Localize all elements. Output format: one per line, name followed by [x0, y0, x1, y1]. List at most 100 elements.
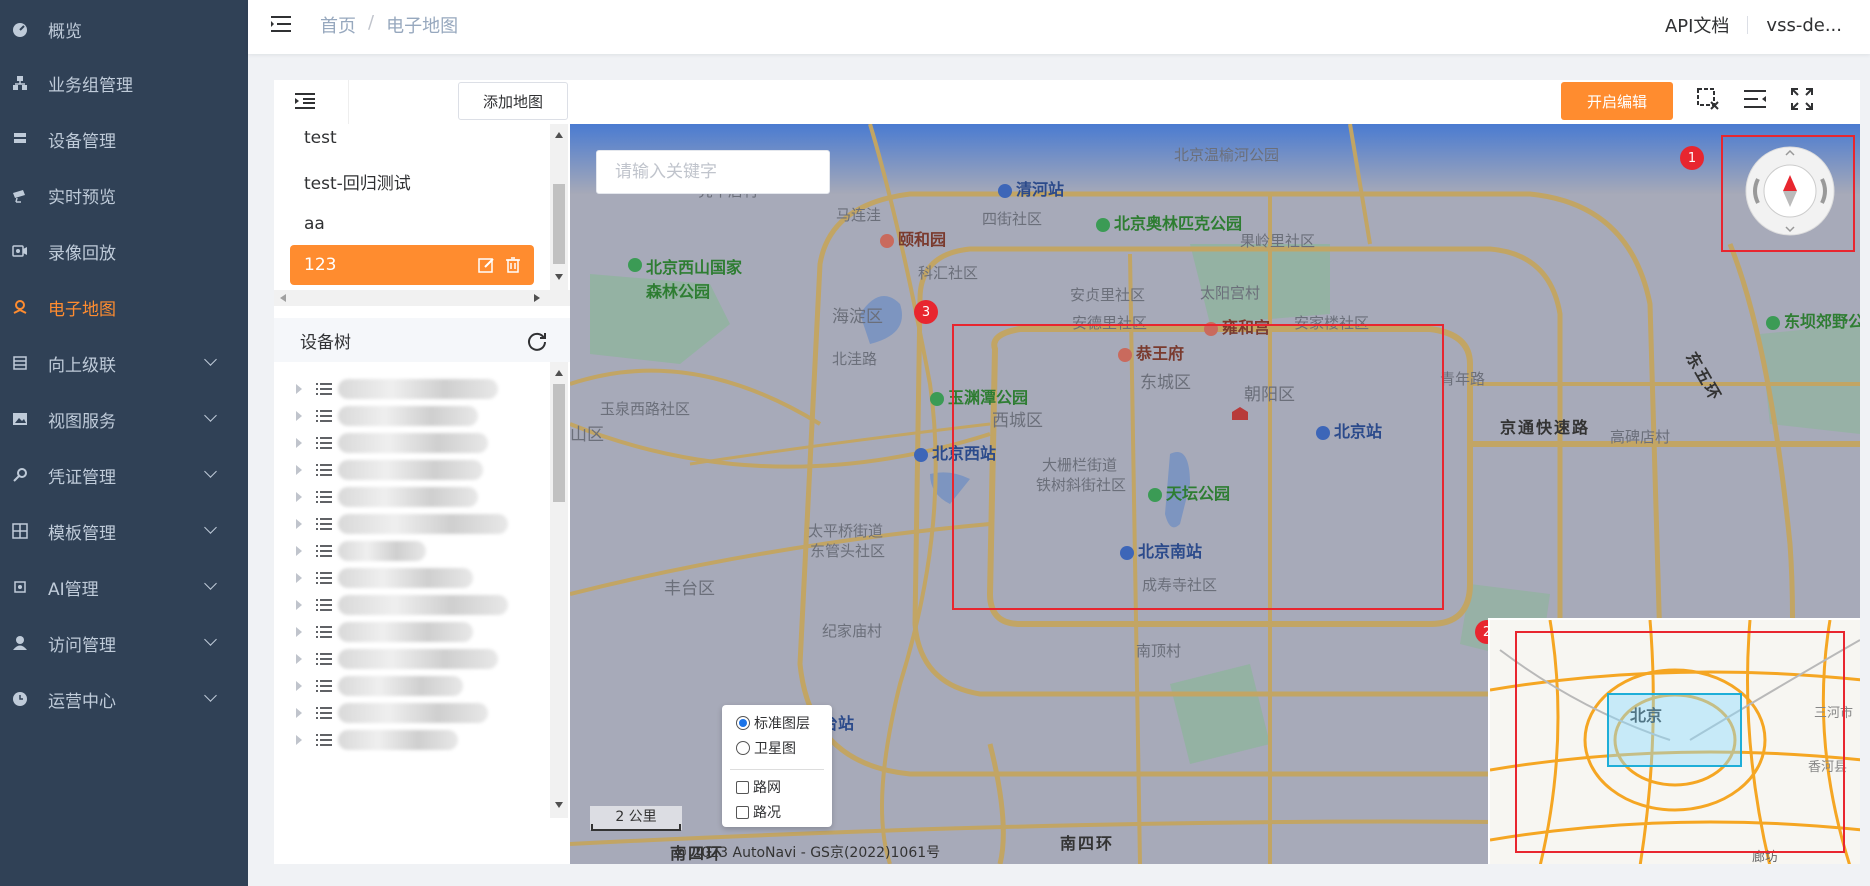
tree-node[interactable]: [296, 646, 526, 672]
tree-node[interactable]: [296, 376, 526, 402]
scroll-thumb[interactable]: [553, 184, 565, 264]
caret-right-icon[interactable]: [296, 411, 302, 421]
scroll-up-icon[interactable]: [555, 370, 563, 376]
park-name: 北京奥林匹克公园: [1114, 214, 1243, 233]
sidebar-item-operations[interactable]: 运营中心: [0, 664, 248, 734]
caret-right-icon[interactable]: [296, 492, 302, 502]
caret-right-icon[interactable]: [296, 627, 302, 637]
caret-right-icon[interactable]: [296, 573, 302, 583]
map-label: 纪家庙村: [822, 622, 883, 640]
redacted-device-name: [338, 730, 458, 750]
map-list-hscrollbar[interactable]: [274, 290, 570, 306]
map-copyright: © 2023 AutoNavi - GS京(2022)1061号: [674, 845, 941, 861]
caret-right-icon[interactable]: [296, 654, 302, 664]
list-icon: [316, 680, 332, 692]
map-list-item[interactable]: test: [290, 124, 534, 158]
map-label: 东管头社区: [810, 542, 886, 560]
selection-rectangle[interactable]: [952, 324, 1444, 610]
map-label: 安贞里社区: [1070, 286, 1146, 304]
map-list-item-selected[interactable]: 123: [290, 245, 534, 285]
map-list-scrollbar[interactable]: [550, 124, 568, 290]
menu-fold-icon[interactable]: [270, 14, 292, 34]
scroll-thumb[interactable]: [553, 384, 565, 502]
park-icon: [930, 391, 944, 406]
sidebar-item-label: AI管理: [48, 579, 99, 600]
tree-node[interactable]: [296, 484, 526, 510]
layer-option-road-net[interactable]: 路网: [736, 777, 781, 797]
checkbox[interactable]: [736, 780, 749, 794]
tree-node[interactable]: [296, 538, 526, 564]
device-tree-scrollbar[interactable]: [550, 362, 568, 818]
scroll-down-icon[interactable]: [555, 802, 563, 808]
caret-right-icon[interactable]: [296, 384, 302, 394]
fullscreen-icon[interactable]: [1789, 86, 1815, 112]
map-list-item[interactable]: aa: [290, 204, 534, 244]
caret-right-icon[interactable]: [296, 735, 302, 745]
caret-right-icon[interactable]: [296, 465, 302, 475]
marker-badge[interactable]: 1: [1680, 146, 1704, 170]
tree-node[interactable]: [296, 511, 526, 537]
marker-badge[interactable]: 3: [914, 300, 938, 324]
compass-control[interactable]: [1744, 145, 1836, 237]
map-search-input[interactable]: [596, 150, 830, 194]
map-label: 太平桥街道: [808, 522, 884, 540]
layer-label: 标准图层: [754, 716, 810, 732]
caret-right-icon[interactable]: [296, 600, 302, 610]
scroll-up-icon[interactable]: [555, 132, 563, 138]
edit-icon[interactable]: [478, 256, 496, 274]
radio-selected[interactable]: [736, 716, 750, 730]
tree-node[interactable]: [296, 592, 526, 618]
list-icon: [316, 734, 332, 746]
sidebar-item-label: 模板管理: [48, 523, 116, 544]
breadcrumb-separator: /: [368, 12, 375, 33]
tree-node[interactable]: [296, 700, 526, 726]
list-toggle-icon[interactable]: [1742, 86, 1768, 112]
map-label: 四街社区: [982, 210, 1043, 228]
list-icon: [316, 599, 332, 611]
breadcrumb-home[interactable]: 首页: [320, 12, 356, 38]
list-icon: [316, 572, 332, 584]
park-name: 北京西山国家森林公园: [646, 258, 743, 301]
sidebar-item-label: 电子地图: [48, 299, 116, 320]
add-map-button[interactable]: 添加地图: [458, 82, 568, 120]
caret-right-icon[interactable]: [296, 519, 302, 529]
redacted-device-name: [338, 568, 473, 588]
caret-right-icon[interactable]: [296, 546, 302, 556]
tree-node[interactable]: [296, 430, 526, 456]
scroll-down-icon[interactable]: [555, 274, 563, 280]
tree-node[interactable]: [296, 727, 526, 753]
tree-node[interactable]: [296, 457, 526, 483]
chevron-down-icon: [204, 465, 217, 478]
list-icon: [316, 437, 332, 449]
api-docs-link[interactable]: API文档: [1665, 12, 1729, 38]
clear-selection-icon[interactable]: [1695, 86, 1721, 112]
tree-node[interactable]: [296, 403, 526, 429]
layer-option-traffic[interactable]: 路况: [736, 802, 781, 822]
scroll-right-icon[interactable]: [534, 294, 540, 302]
station-name: 清河站: [1016, 180, 1065, 199]
scroll-left-icon[interactable]: [280, 294, 286, 302]
list-icon: [316, 653, 332, 665]
refresh-icon[interactable]: [526, 330, 548, 352]
layer-label: 卫星图: [754, 741, 796, 757]
map-list: test test-回归测试 aa 123: [274, 124, 570, 310]
map-list-item[interactable]: test-回归测试: [290, 161, 534, 201]
indent-icon[interactable]: [294, 92, 316, 110]
sidebar-item-label: 业务组管理: [48, 75, 133, 96]
caret-right-icon[interactable]: [296, 708, 302, 718]
camera-icon: [12, 187, 28, 203]
user-menu[interactable]: vss-de...: [1766, 15, 1842, 36]
tree-node[interactable]: [296, 565, 526, 591]
delete-icon[interactable]: [504, 256, 522, 274]
tree-node[interactable]: [296, 673, 526, 699]
layer-option-standard[interactable]: 标准图层: [736, 713, 810, 733]
caret-right-icon[interactable]: [296, 438, 302, 448]
checkbox[interactable]: [736, 805, 749, 819]
tree-node[interactable]: [296, 619, 526, 645]
map-label: 丰台区: [664, 579, 715, 599]
start-edit-button[interactable]: 开启编辑: [1561, 82, 1673, 120]
layer-option-satellite[interactable]: 卫星图: [736, 738, 796, 758]
redacted-device-name: [338, 514, 508, 534]
radio[interactable]: [736, 741, 750, 755]
caret-right-icon[interactable]: [296, 681, 302, 691]
